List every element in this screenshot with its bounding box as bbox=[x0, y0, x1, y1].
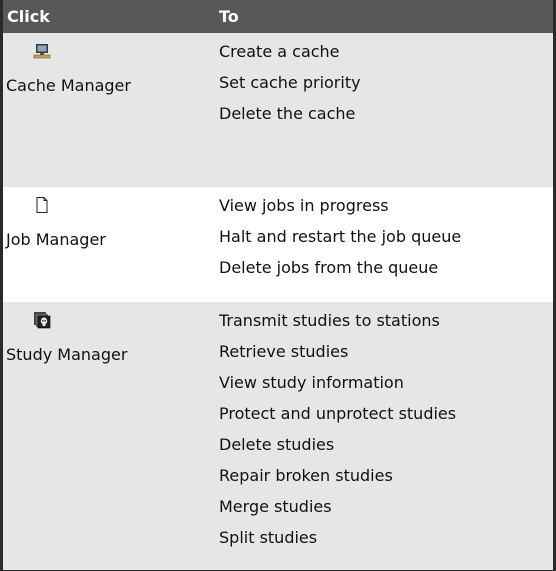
list-item: Retrieve studies bbox=[219, 342, 349, 361]
cell-to: Create a cache Set cache priority Delete… bbox=[219, 33, 553, 187]
manager-reference-table: Click To Cache Manager Create a cache Se… bbox=[0, 0, 556, 571]
list-item: Delete the cache bbox=[219, 104, 356, 123]
list-item: Transmit studies to stations bbox=[219, 311, 440, 330]
document-icon[interactable] bbox=[33, 196, 55, 216]
list-item: View study information bbox=[219, 373, 404, 392]
cell-click: Study Manager bbox=[3, 302, 219, 570]
list-item: Split studies bbox=[219, 528, 318, 547]
computer-icon[interactable] bbox=[33, 42, 55, 62]
list-item: Repair broken studies bbox=[219, 466, 393, 485]
list-item: Merge studies bbox=[219, 497, 332, 516]
list-item: Delete studies bbox=[219, 435, 335, 454]
cell-to: Transmit studies to stations Retrieve st… bbox=[219, 302, 553, 570]
cache-manager-label: Cache Manager bbox=[6, 76, 131, 95]
table-row-cache-manager: Cache Manager Create a cache Set cache p… bbox=[3, 33, 553, 187]
job-manager-label: Job Manager bbox=[6, 230, 106, 249]
header-to: To bbox=[219, 7, 239, 26]
list-item: Set cache priority bbox=[219, 73, 361, 92]
study-manager-label: Study Manager bbox=[6, 345, 128, 364]
list-item: Create a cache bbox=[219, 42, 340, 61]
header-click: Click bbox=[7, 7, 50, 26]
cell-to: View jobs in progress Halt and restart t… bbox=[219, 187, 553, 302]
cell-click: Cache Manager bbox=[3, 33, 219, 187]
table-header: Click To bbox=[3, 0, 553, 33]
table-row-job-manager: Job Manager View jobs in progress Halt a… bbox=[3, 187, 553, 302]
list-item: Protect and unprotect studies bbox=[219, 404, 457, 423]
list-item: Delete jobs from the queue bbox=[219, 258, 439, 277]
study-icon[interactable] bbox=[33, 311, 55, 331]
table-row-study-manager: Study Manager Transmit studies to statio… bbox=[3, 302, 553, 570]
list-item: Halt and restart the job queue bbox=[219, 227, 462, 246]
cell-click: Job Manager bbox=[3, 187, 219, 302]
list-item: View jobs in progress bbox=[219, 196, 389, 215]
